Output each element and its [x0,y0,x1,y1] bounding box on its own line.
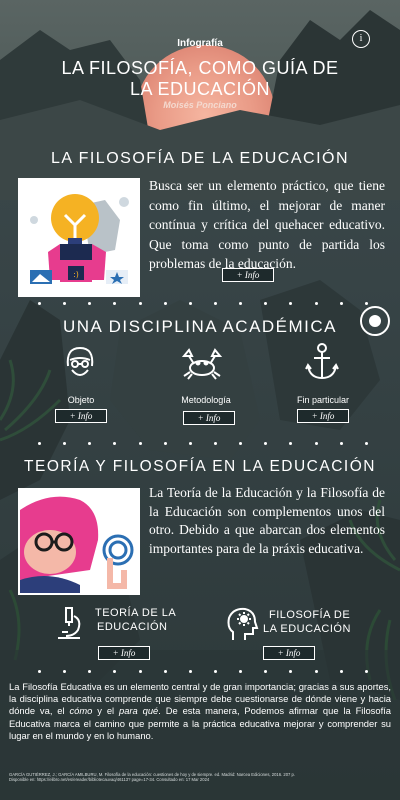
illustration-person-lightbulb: :) [18,178,140,297]
divider-dots [38,442,368,445]
user-head-icon [62,344,98,389]
teoria-more-info-button[interactable]: + Info [98,646,150,660]
section-title-teoria-filosofia: TEORÍA Y FILOSOFÍA EN LA EDUCACIÓN [24,458,376,475]
item-label-objeto: Objeto [67,395,95,405]
illustration-person-touch [18,488,140,595]
closing-emphasis-para-que: para qué [118,705,159,717]
filosofia-label-line2: LA EDUCACIÓN [263,623,351,635]
microscope-icon [54,606,84,645]
filosofia-more-info-button[interactable]: + Info [263,646,315,660]
objeto-more-info-button[interactable]: + Info [55,409,107,423]
infographic-kicker: Infografía [177,38,223,49]
item-label-metodologia: Metodología [181,395,231,405]
divider-dots [38,670,368,673]
record-toggle-icon[interactable] [360,306,390,336]
item-label-fin-particular: Fin particular [296,395,350,405]
closing-text-2: y el [92,705,119,717]
section1-more-info-button[interactable]: + Info [222,268,274,282]
author-name: Moisés Ponciano [163,100,237,110]
fin-particular-more-info-button[interactable]: + Info [297,409,349,423]
info-icon-glyph: i [359,33,363,44]
filosofia-label-line1: FILOSOFÍA DE [269,609,351,621]
section-title-disciplina: UNA DISCIPLINA ACADÉMICA [62,317,338,336]
crab-icon [180,346,224,385]
teoria-label-line1: TEORÍA DE LA [95,607,177,619]
page-title-line1: LA FILOSOFÍA, COMO GUÍA DE [61,58,339,78]
divider-dots [38,302,368,305]
brain-gear-icon [225,606,259,647]
metodologia-more-info-button[interactable]: + Info [183,411,235,425]
section-title-filosofia-educacion: LA FILOSOFÍA DE LA EDUCACIÓN [50,150,350,167]
svg-text::): :) [73,270,79,279]
teoria-label-line2: EDUCACIÓN [97,621,168,633]
closing-paragraph: La Filosofía Educativa es un elemento ce… [9,681,391,742]
info-icon[interactable]: i [352,30,370,48]
anchor-icon [305,342,339,387]
closing-emphasis-como: cómo [69,705,93,717]
reference-citation: GARCÍA GUTIÉRREZ, J.; GARCÍA AMILBURU, M… [9,772,296,783]
section1-description: Busca ser un elemento práctico, que tien… [149,178,385,271]
section3-description: La Teoría de la Educación y la Filosofía… [149,485,385,556]
page-title-line2: LA EDUCACIÓN [129,79,271,99]
